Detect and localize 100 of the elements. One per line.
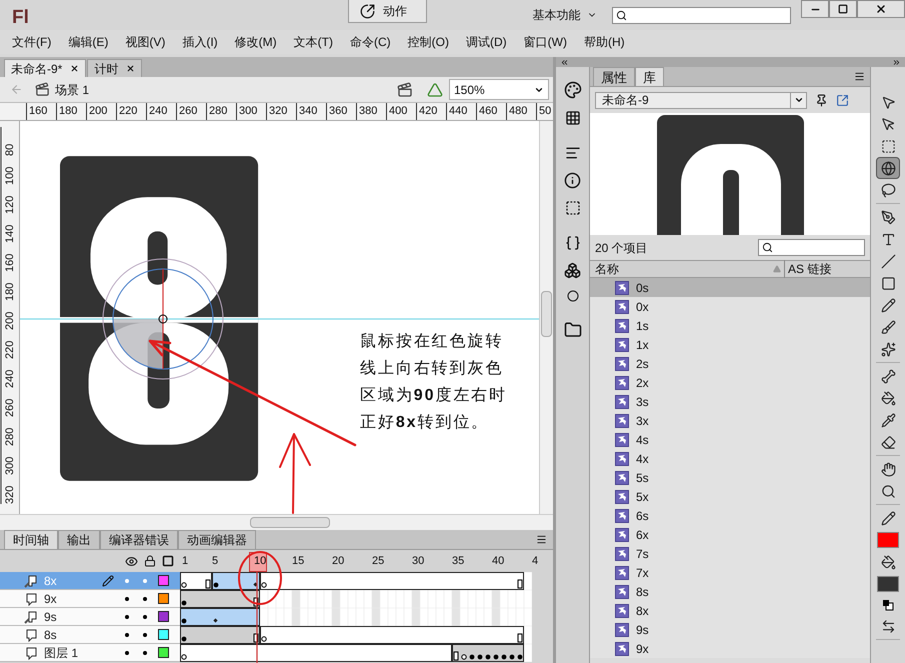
- frame-strip-drawing[interactable]: [180, 590, 532, 608]
- workspace-dropdown[interactable]: 基本功能: [532, 6, 596, 24]
- visibility-dot[interactable]: [125, 578, 129, 582]
- lock-dot[interactable]: [143, 614, 147, 618]
- menu-item[interactable]: 调试(D): [466, 33, 507, 51]
- frame-number: 4: [532, 554, 538, 568]
- menu-item[interactable]: 帮助(H): [584, 33, 625, 51]
- expand-arrows-icon[interactable]: [892, 58, 901, 66]
- rotation-handle-drawing[interactable]: [101, 257, 225, 381]
- library-item[interactable]: 6x: [590, 525, 870, 544]
- collapse-arrows-icon[interactable]: [560, 58, 569, 66]
- menu-item[interactable]: 文件(F): [12, 33, 52, 51]
- playhead-marker[interactable]: [249, 552, 267, 572]
- frame-strip-drawing[interactable]: [180, 626, 532, 644]
- library-item[interactable]: 8s: [590, 582, 870, 601]
- search-field[interactable]: [758, 239, 865, 256]
- color-swatch[interactable]: [877, 576, 899, 592]
- library-item[interactable]: 0s: [590, 278, 870, 297]
- pin-icon[interactable]: [815, 94, 828, 106]
- library-item[interactable]: 2s: [590, 354, 870, 373]
- panel-tab[interactable]: 编译器错误: [100, 530, 178, 549]
- library-item[interactable]: 3s: [590, 392, 870, 411]
- library-item[interactable]: 9x: [590, 639, 870, 658]
- action-button[interactable]: 动作: [348, 0, 427, 23]
- maximize-button[interactable]: [829, 0, 857, 18]
- stage-canvas[interactable]: 鼠标按在红色旋转 线上向右转到灰色 区域为90度左右时 正好8x转到位。: [20, 121, 539, 514]
- menu-item[interactable]: 文本(T): [294, 33, 333, 51]
- layer-color-square[interactable]: [158, 575, 169, 586]
- document-dropdown[interactable]: 未命名-9: [595, 92, 807, 108]
- lock-dot[interactable]: [143, 596, 147, 600]
- zoom-dropdown[interactable]: 150%: [449, 79, 549, 100]
- visibility-dot[interactable]: [125, 596, 129, 600]
- menu-item[interactable]: 窗口(W): [524, 33, 567, 51]
- panel-tab[interactable]: 输出: [58, 530, 100, 549]
- search-field[interactable]: [612, 7, 791, 24]
- folder-icon[interactable]: [564, 321, 582, 339]
- menu-item[interactable]: 编辑(E): [68, 33, 108, 51]
- layer-color-square[interactable]: [158, 593, 169, 604]
- menu-item[interactable]: 控制(O): [408, 33, 449, 51]
- layer-row[interactable]: 图层 1: [0, 644, 180, 662]
- layer-row[interactable]: 9s: [0, 608, 180, 626]
- vertical-scrollbar[interactable]: [539, 121, 553, 514]
- library-item[interactable]: 1s: [590, 316, 870, 335]
- lock-dot[interactable]: [143, 578, 147, 582]
- frame-strip-drawing[interactable]: [180, 608, 532, 626]
- palette-icon[interactable]: [564, 81, 582, 99]
- outline-square-icon[interactable]: [162, 555, 174, 567]
- menu-item[interactable]: 插入(I): [182, 33, 218, 51]
- shapes-icon[interactable]: [427, 82, 443, 98]
- library-item[interactable]: 2x: [590, 373, 870, 392]
- frame-strip-drawing[interactable]: [180, 572, 532, 590]
- panel-menu-icon[interactable]: [536, 534, 547, 545]
- layer-color-square[interactable]: [158, 629, 169, 640]
- library-item[interactable]: 0x: [590, 297, 870, 316]
- menu-item[interactable]: 视图(V): [125, 33, 166, 51]
- panel-tab[interactable]: 动画编辑器: [178, 530, 256, 549]
- color-swatch[interactable]: [877, 532, 899, 548]
- new-window-icon[interactable]: [836, 94, 849, 106]
- dashed-square-icon[interactable]: [564, 200, 580, 216]
- frame-strip-drawing[interactable]: [180, 644, 532, 662]
- grid-icon[interactable]: [564, 110, 580, 126]
- lock-icon[interactable]: [144, 555, 156, 567]
- boxes-icon[interactable]: [564, 262, 581, 279]
- layer-row[interactable]: 9x: [0, 590, 180, 608]
- tool-button[interactable]: [876, 157, 900, 179]
- lock-dot[interactable]: [143, 632, 147, 636]
- library-item[interactable]: 5s: [590, 468, 870, 487]
- panel-tab[interactable]: 时间轴: [4, 530, 58, 549]
- library-item[interactable]: 8x: [590, 601, 870, 620]
- panel-tab[interactable]: 属性: [593, 67, 635, 86]
- clapperboard-icon[interactable]: [397, 82, 413, 98]
- library-item[interactable]: 4s: [590, 430, 870, 449]
- menu-item[interactable]: 命令(C): [350, 33, 391, 51]
- visibility-dot[interactable]: [125, 650, 129, 654]
- braces-icon[interactable]: [564, 235, 580, 251]
- panel-tab[interactable]: 库: [635, 67, 664, 86]
- horizontal-scrollbar[interactable]: [0, 514, 553, 530]
- lock-dot[interactable]: [143, 650, 147, 654]
- library-item[interactable]: 7x: [590, 563, 870, 582]
- document-tab[interactable]: 未命名-9*: [4, 59, 86, 77]
- library-item[interactable]: 6s: [590, 506, 870, 525]
- eye-icon[interactable]: [125, 554, 138, 568]
- document-tab[interactable]: 计时: [87, 59, 142, 77]
- visibility-dot[interactable]: [125, 614, 129, 618]
- library-item[interactable]: 3x: [590, 411, 870, 430]
- info-icon[interactable]: [564, 172, 581, 189]
- column-header[interactable]: 名称: [595, 260, 773, 278]
- library-item[interactable]: 1x: [590, 335, 870, 354]
- panel-menu-icon[interactable]: [854, 71, 865, 82]
- menu-item[interactable]: 修改(M): [234, 33, 277, 51]
- library-item[interactable]: 4x: [590, 449, 870, 468]
- layer-color-square[interactable]: [158, 647, 169, 658]
- layer-color-square[interactable]: [158, 611, 169, 622]
- layer-row[interactable]: 8s: [0, 626, 180, 644]
- close-button[interactable]: [857, 0, 905, 18]
- library-item[interactable]: 9s: [590, 620, 870, 639]
- align-icon[interactable]: [564, 145, 580, 161]
- visibility-dot[interactable]: [125, 632, 129, 636]
- library-item[interactable]: 5x: [590, 487, 870, 506]
- library-item[interactable]: 7s: [590, 544, 870, 563]
